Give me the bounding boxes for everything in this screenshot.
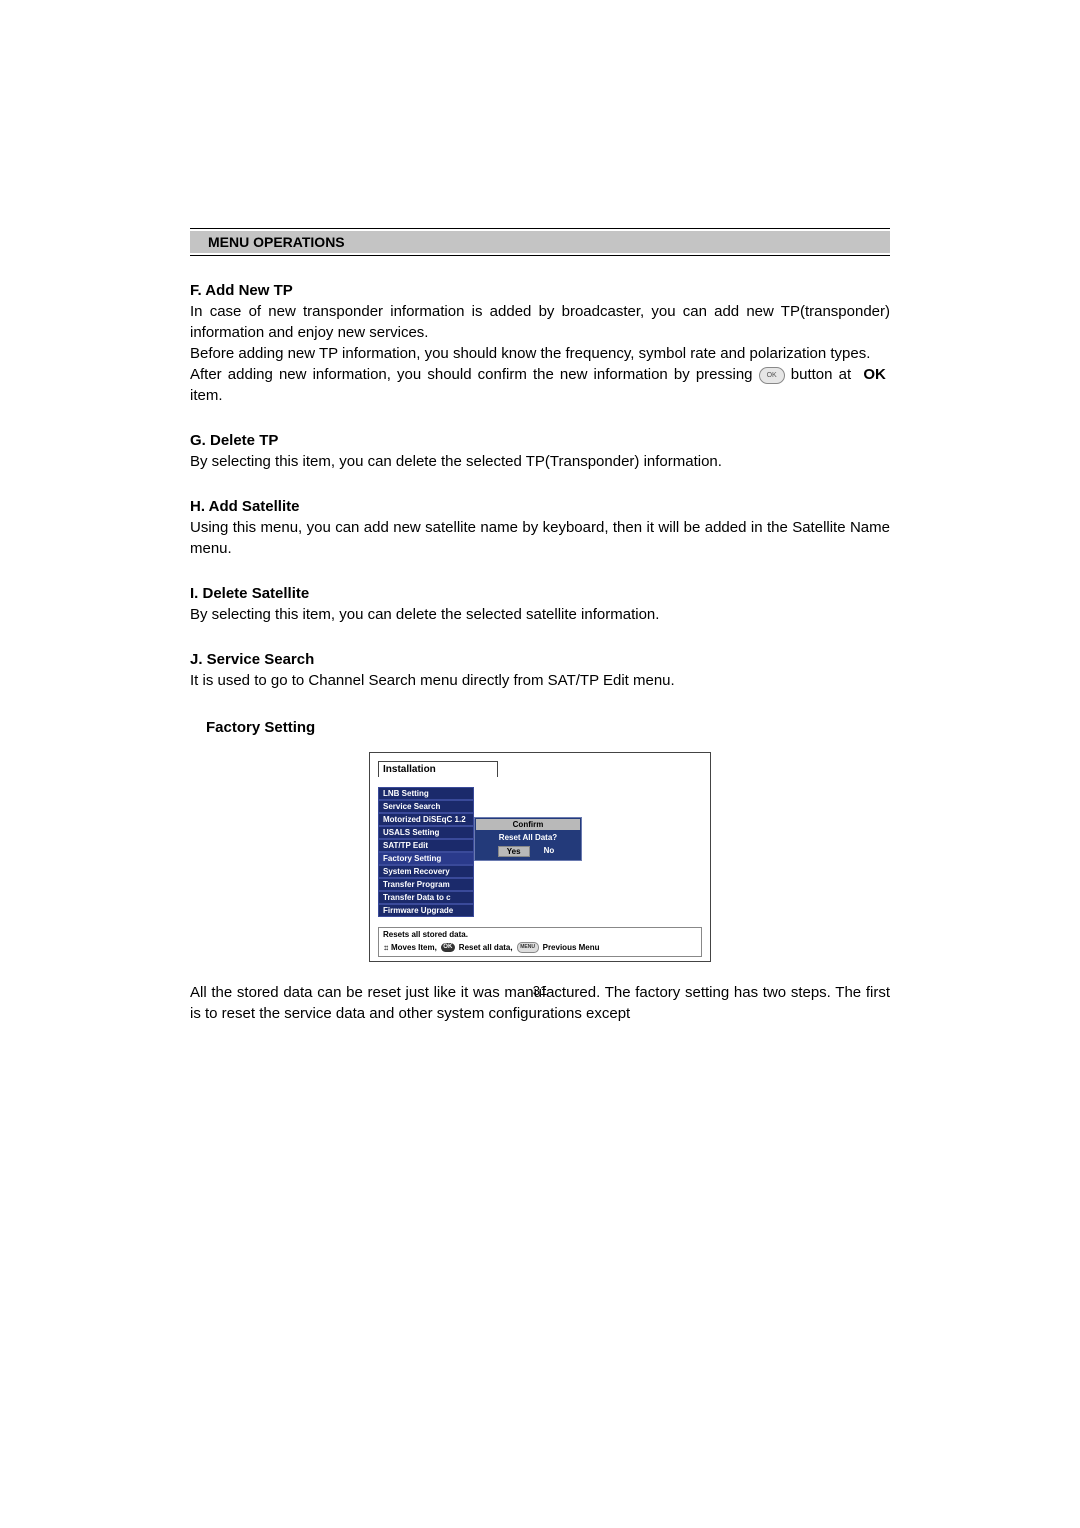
right-column: Confirm Reset All Data? Yes No [474, 787, 702, 917]
heading-f: F. Add New TP [190, 282, 890, 299]
menu-icon: MENU [517, 942, 539, 953]
ok-icon: OK [441, 943, 455, 952]
para-h1: Using this menu, you can add new satelli… [190, 517, 890, 559]
menu-item[interactable]: LNB Setting [378, 787, 474, 800]
section-bar: MENU OPERATIONS [190, 231, 890, 253]
menu-item[interactable]: Motorized DiSEqC 1.2 [378, 813, 474, 826]
help-box: Resets all stored data. Moves Item, OK R… [378, 927, 702, 957]
menu-item[interactable]: Factory Setting [378, 852, 474, 865]
embedded-screenshot: Installation LNB SettingService SearchMo… [369, 752, 711, 962]
heading-i: I. Delete Satellite [190, 585, 890, 602]
para-f3b: button at [791, 366, 851, 383]
rule-top [190, 228, 890, 229]
para-f3a: After adding new information, you should… [190, 366, 753, 383]
dialog-yes-button[interactable]: Yes [498, 846, 530, 857]
para-i1: By selecting this item, you can delete t… [190, 604, 890, 625]
heading-factory: Factory Setting [190, 719, 890, 736]
page-number: 31 [0, 983, 1080, 998]
menu-area: LNB SettingService SearchMotorized DiSEq… [378, 787, 702, 917]
rule-under [190, 255, 890, 256]
dialog-title: Confirm [476, 819, 580, 830]
ok-button-icon: OK [759, 367, 785, 384]
para-f1: In case of new transponder information i… [190, 301, 890, 343]
menu-list: LNB SettingService SearchMotorized DiSEq… [378, 787, 474, 917]
ok-word: OK [863, 366, 886, 383]
confirm-dialog: Confirm Reset All Data? Yes No [474, 817, 582, 861]
help-reset: Reset all data, [459, 943, 513, 952]
dialog-buttons: Yes No [475, 846, 581, 860]
menu-item[interactable]: System Recovery [378, 865, 474, 878]
heading-g: G. Delete TP [190, 432, 890, 449]
menu-item[interactable]: Firmware Upgrade [378, 904, 474, 917]
para-g1: By selecting this item, you can delete t… [190, 451, 890, 472]
para-j1: It is used to go to Channel Search menu … [190, 670, 890, 691]
help-moves: Moves Item, [391, 943, 437, 952]
arrows-icon [383, 943, 387, 952]
dialog-question: Reset All Data? [475, 831, 581, 846]
menu-item[interactable]: USALS Setting [378, 826, 474, 839]
dialog-no-button[interactable]: No [540, 846, 559, 857]
help-line1: Resets all stored data. [383, 930, 697, 939]
menu-item[interactable]: SAT/TP Edit [378, 839, 474, 852]
menu-item[interactable]: Transfer Program [378, 878, 474, 891]
manual-page: MENU OPERATIONS F. Add New TP In case of… [0, 0, 1080, 1528]
para-f3: After adding new information, you should… [190, 364, 890, 406]
para-f3c: item. [190, 387, 223, 404]
heading-h: H. Add Satellite [190, 498, 890, 515]
heading-j: J. Service Search [190, 651, 890, 668]
help-prev: Previous Menu [543, 943, 600, 952]
menu-item[interactable]: Transfer Data to c [378, 891, 474, 904]
screenshot-title: Installation [378, 761, 498, 777]
help-line2: Moves Item, OK Reset all data, MENU Prev… [383, 942, 697, 953]
menu-item[interactable]: Service Search [378, 800, 474, 813]
para-f2: Before adding new TP information, you sh… [190, 343, 890, 364]
